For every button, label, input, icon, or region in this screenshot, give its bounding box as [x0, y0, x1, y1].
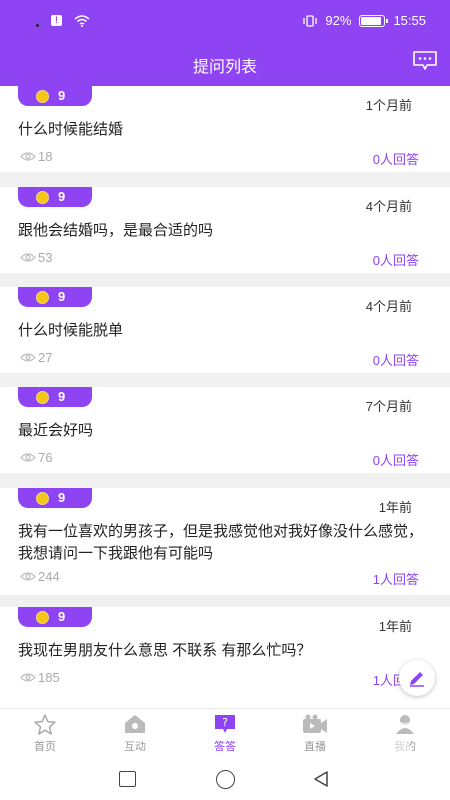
view-count-value: 27	[38, 350, 53, 365]
reward-amount: 9	[58, 490, 66, 505]
question-time: 4个月前	[365, 299, 412, 314]
eye-icon	[20, 253, 36, 262]
eye-icon	[20, 152, 36, 161]
tab-interaction[interactable]: 互动	[90, 709, 180, 758]
eye-icon	[20, 453, 36, 462]
tab-label: 答答	[214, 741, 236, 753]
coin-icon	[36, 611, 49, 624]
reward-amount: 9	[58, 189, 66, 204]
reward-tag: 9	[18, 187, 92, 207]
view-count: 27	[20, 350, 52, 365]
view-count: 244	[20, 569, 60, 584]
view-count: 53	[20, 250, 52, 265]
tab-profile[interactable]: 我的	[360, 709, 450, 758]
answer-count[interactable]: 0人回答	[373, 250, 419, 269]
battery-icon	[359, 14, 389, 27]
question-text: 跟他会结婚吗，是最合适的吗	[18, 222, 214, 239]
back-button[interactable]	[312, 770, 330, 788]
house-icon	[122, 713, 148, 735]
reward-tag: 9	[18, 488, 92, 508]
eye-icon	[20, 572, 36, 581]
view-count-value: 53	[38, 250, 53, 265]
ask-question-button[interactable]	[399, 660, 435, 696]
view-count-value: 185	[38, 670, 60, 685]
user-icon	[392, 713, 418, 735]
question-card[interactable]: 9 1个月前 什么时候能结婚 18 0人回答	[0, 86, 450, 172]
system-nav-bar	[0, 758, 450, 800]
reward-tag: 9	[18, 607, 92, 627]
reward-tag: 9	[18, 387, 92, 407]
svg-text:?: ?	[222, 716, 228, 729]
question-bubble-icon: ?	[212, 713, 238, 735]
question-text: 我有一位喜欢的男孩子，但是我感觉他对我好像没什么感觉，我想请问一下我跟他有可能吗	[18, 523, 424, 562]
alert-icon: !	[51, 15, 62, 26]
view-count-value: 18	[38, 149, 53, 164]
view-count: 18	[20, 149, 52, 164]
wifi-icon	[74, 14, 90, 27]
reward-tag: 9	[18, 287, 92, 307]
question-card[interactable]: 9 4个月前 什么时候能脱单 27 0人回答	[0, 287, 450, 373]
message-icon[interactable]	[412, 50, 438, 72]
recent-apps-button[interactable]	[119, 771, 136, 787]
question-text: 最近会好吗	[18, 422, 94, 439]
eye-icon	[20, 673, 36, 682]
coin-icon	[36, 90, 49, 103]
coin-icon	[36, 391, 49, 404]
question-time: 1年前	[378, 500, 412, 515]
page-title: 提问列表	[192, 59, 257, 76]
coin-icon	[36, 291, 49, 304]
status-bar: ! 92% 15:55	[0, 0, 450, 42]
view-count: 185	[20, 670, 60, 685]
reward-amount: 9	[58, 88, 66, 103]
coin-icon	[36, 191, 49, 204]
tab-label: 互动	[124, 741, 146, 753]
question-time: 7个月前	[365, 399, 412, 414]
video-icon	[302, 713, 328, 735]
answer-count[interactable]: 0人回答	[373, 149, 419, 168]
clock: 15:55	[393, 13, 426, 28]
eye-icon	[20, 353, 36, 362]
question-time: 1年前	[378, 619, 412, 634]
reward-amount: 9	[58, 389, 66, 404]
coin-icon	[36, 492, 49, 505]
reward-tag: 9	[18, 86, 92, 106]
tab-label: 我的	[394, 741, 416, 753]
view-count-value: 76	[38, 450, 53, 465]
question-list[interactable]: 9 1个月前 什么时候能结婚 18 0人回答 9 4个月前 跟他会结婚吗，是最合…	[0, 86, 450, 708]
question-text: 什么时候能结婚	[18, 121, 124, 138]
reward-amount: 9	[58, 289, 66, 304]
app-header: 提问列表	[0, 42, 450, 86]
home-button[interactable]	[216, 770, 235, 789]
question-card[interactable]: 9 4个月前 跟他会结婚吗，是最合适的吗 53 0人回答	[0, 187, 450, 273]
question-card[interactable]: 9 7个月前 最近会好吗 76 0人回答	[0, 387, 450, 473]
signal-dot-icon	[36, 24, 39, 27]
tab-answers[interactable]: ? 答答	[180, 709, 270, 758]
view-count-value: 244	[38, 569, 60, 584]
battery-percent: 92%	[325, 13, 352, 28]
vibrate-icon	[303, 14, 318, 27]
question-time: 1个月前	[365, 98, 412, 113]
question-text: 我现在男朋友什么意思 不联系 有那么忙吗？	[18, 642, 312, 659]
tab-label: 首页	[34, 741, 56, 753]
tab-home[interactable]: 首页	[0, 709, 90, 758]
bottom-tab-bar: 首页 互动 ? 答答 直播 我的	[0, 708, 450, 758]
star-icon	[32, 713, 58, 735]
answer-count[interactable]: 1人回答	[373, 569, 419, 588]
tab-live[interactable]: 直播	[270, 709, 360, 758]
pencil-icon	[410, 672, 424, 687]
reward-amount: 9	[58, 609, 66, 624]
question-card[interactable]: 9 1年前 我有一位喜欢的男孩子，但是我感觉他对我好像没什么感觉，我想请问一下我…	[0, 488, 450, 595]
tab-label: 直播	[304, 741, 326, 753]
answer-count[interactable]: 0人回答	[373, 350, 419, 369]
view-count: 76	[20, 450, 52, 465]
answer-count[interactable]: 0人回答	[373, 450, 419, 469]
question-text: 什么时候能脱单	[18, 322, 124, 339]
question-card[interactable]: 9 1年前 我现在男朋友什么意思 不联系 有那么忙吗？ 185 1人回答	[0, 607, 450, 708]
question-time: 4个月前	[365, 199, 412, 214]
